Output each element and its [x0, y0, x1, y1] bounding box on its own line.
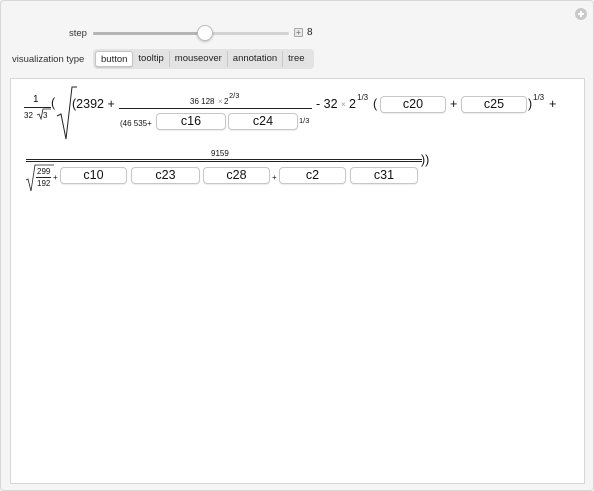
main-frac-bar: [119, 108, 312, 109]
frac-numerator: 1: [33, 94, 39, 105]
step-slider-thumb[interactable]: [196, 25, 213, 41]
frac-bar: [24, 107, 51, 108]
times-sign-2: ×: [341, 100, 346, 109]
num-36128: 36 128: [190, 97, 215, 106]
exp-one-third-b: 1/3: [357, 93, 369, 102]
c23-button[interactable]: c23: [131, 167, 200, 184]
visualization-type-selector: button tooltip mouseover annotation tree: [93, 49, 314, 69]
c2-button[interactable]: c2: [279, 167, 346, 184]
big-frac-bar-1: [26, 159, 422, 160]
tab-tooltip[interactable]: tooltip: [133, 51, 170, 67]
exp-one-third-a: 1/3: [299, 116, 310, 125]
term-2392: (2392 +: [72, 97, 115, 111]
big-sqrt-icon: [56, 86, 77, 140]
minus-32: - 32: [316, 97, 338, 111]
exp-two-thirds: 2/3: [229, 91, 240, 100]
step-slider-fill: [93, 32, 205, 35]
c28-button[interactable]: c28: [203, 167, 270, 184]
exp-one-third-c: 1/3: [533, 93, 545, 102]
step-value: 8: [307, 27, 313, 38]
plus-a: +: [450, 97, 458, 111]
tab-tree[interactable]: tree: [283, 51, 309, 67]
frac-den-sqrt3: 3: [43, 111, 48, 120]
tab-button[interactable]: button: [95, 51, 134, 67]
c25-button[interactable]: c25: [461, 96, 527, 113]
c20-button[interactable]: c20: [380, 96, 446, 113]
output-panel: [10, 78, 585, 484]
two-base-2: 2: [349, 97, 356, 111]
step-label: step: [69, 28, 87, 39]
step-slider[interactable]: [93, 32, 289, 35]
frac-den-32: 32: [24, 111, 33, 120]
r299: 299: [37, 167, 51, 176]
tab-annotation[interactable]: annotation: [228, 51, 284, 67]
plus-c: +: [272, 173, 277, 182]
c24-button[interactable]: c24: [228, 113, 298, 130]
c16-button[interactable]: c16: [156, 113, 226, 130]
big-frac-bar-2: [26, 161, 422, 162]
den-46535: (46 535+: [120, 119, 152, 128]
open-paren: (: [51, 96, 56, 110]
num-9159: 9159: [211, 149, 229, 158]
r192: 192: [37, 179, 51, 188]
tab-mouseover[interactable]: mouseover: [170, 51, 228, 67]
close-paren-exp: ): [528, 97, 533, 111]
open-paren-2: (: [373, 97, 378, 111]
expand-controls-icon[interactable]: +: [294, 28, 303, 37]
visualization-type-label: visualization type: [12, 54, 85, 65]
c31-button[interactable]: c31: [350, 167, 418, 184]
plus-b: +: [53, 173, 58, 182]
times-sign: ×: [218, 97, 223, 106]
plus-end: +: [549, 97, 557, 111]
reset-icon[interactable]: [575, 8, 587, 20]
two-base: 2: [224, 97, 229, 106]
sqrt-frac-bar: [36, 177, 51, 178]
c10-button[interactable]: c10: [60, 167, 127, 184]
close-end: )): [421, 153, 430, 167]
